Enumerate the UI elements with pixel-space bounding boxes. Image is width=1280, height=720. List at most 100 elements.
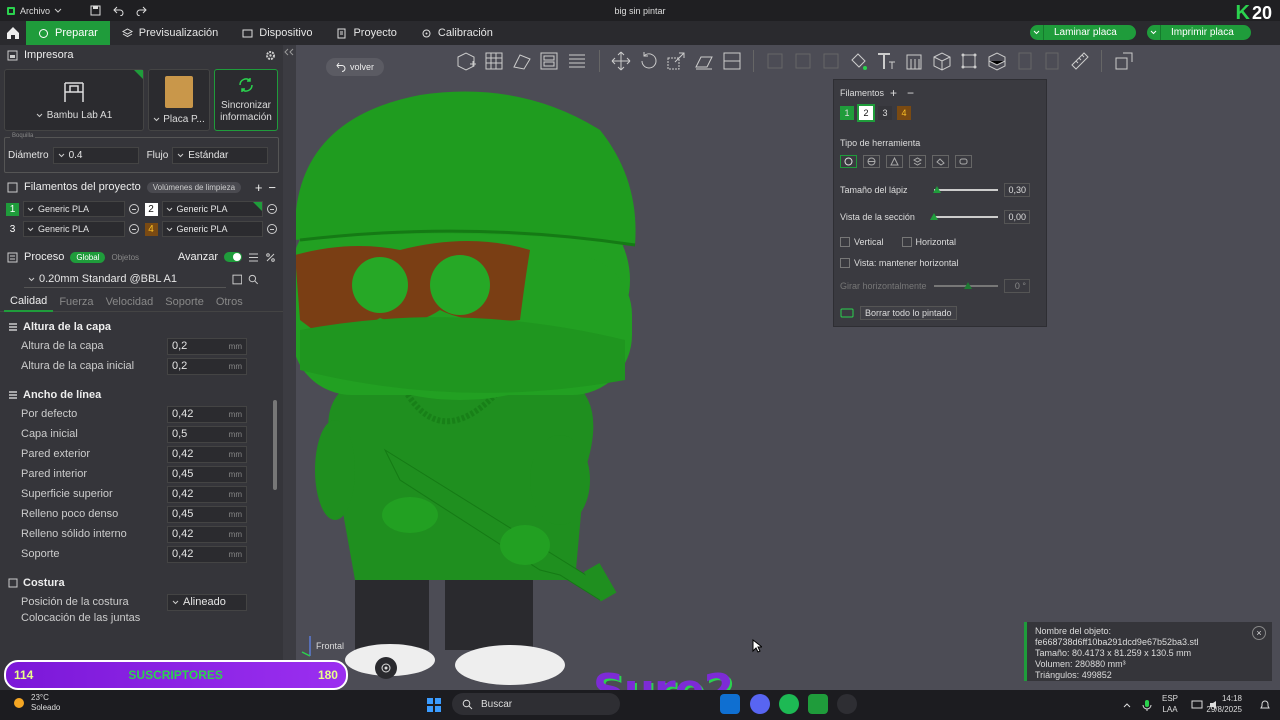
panel-divider[interactable] (283, 45, 296, 690)
tab-proyecto[interactable]: Proyecto (324, 21, 408, 45)
diameter-select[interactable]: 0.4 (52, 146, 139, 164)
add-filament-button[interactable]: + (255, 180, 263, 195)
taskbar-search[interactable]: Buscar (452, 693, 620, 715)
measure-button[interactable] (958, 49, 981, 73)
print-plate-button[interactable]: Imprimir placa (1147, 25, 1251, 40)
filament-item-4[interactable]: 4 Generic PLA (144, 221, 277, 237)
lay-on-face-button[interactable] (693, 49, 716, 73)
flow-select[interactable]: Estándar (172, 146, 269, 164)
support-paint-button[interactable] (902, 49, 925, 73)
remove-filament-icon[interactable] (128, 204, 139, 214)
sphere-tool-icon[interactable] (863, 155, 880, 168)
section-view-value[interactable]: 0,00 (1004, 210, 1030, 224)
remove-filament-icon[interactable] (267, 204, 277, 214)
menu-archivo[interactable]: Archivo (0, 6, 68, 16)
variable-height-button[interactable] (1112, 49, 1135, 73)
setting-input[interactable]: 0,2 mm (167, 337, 247, 355)
paint-slot-1[interactable]: 1 (840, 106, 854, 120)
setting-input[interactable]: 0,42 mm (167, 545, 247, 563)
filament-select[interactable]: Generic PLA (23, 221, 125, 237)
sync-button[interactable]: Sincronizar información (214, 69, 278, 131)
slider-knob[interactable] (930, 213, 938, 220)
text-button[interactable] (875, 49, 898, 73)
keep-horizontal-checkbox[interactable] (840, 258, 850, 268)
bambu-app-icon[interactable] (808, 694, 828, 714)
weather-widget[interactable]: 23°C Soleado (12, 693, 60, 713)
3d-viewport[interactable] (290, 45, 1280, 690)
redo-button[interactable] (130, 5, 153, 16)
setting-input[interactable]: 0,42 mm (167, 525, 247, 543)
figure-model[interactable] (290, 45, 1280, 690)
advanced-switch[interactable] (224, 252, 242, 262)
move-button[interactable] (609, 49, 632, 73)
setting-input[interactable]: 0,5 mm (167, 425, 247, 443)
assembly-button[interactable] (986, 49, 1009, 73)
chevron-down-icon[interactable] (1030, 25, 1044, 40)
setting-input[interactable]: 0,42 mm (167, 485, 247, 503)
home-button[interactable] (0, 21, 26, 45)
fill-tool-icon[interactable] (932, 155, 949, 168)
filament-select[interactable]: Generic PLA (161, 201, 263, 217)
filament-item-1[interactable]: 1 Generic PLA (6, 201, 139, 217)
setting-input[interactable]: 0,45 mm (167, 505, 247, 523)
scale-button[interactable] (665, 49, 688, 73)
height-range-tool-icon[interactable] (909, 155, 926, 168)
grid-button[interactable] (483, 49, 506, 73)
clock[interactable]: 14:18 29/8/2025 (1206, 693, 1242, 715)
profile-select[interactable]: 0.20mm Standard @BBL A1 (24, 271, 226, 288)
triangle-tool-icon[interactable] (886, 155, 903, 168)
seam-position-select[interactable]: Alineado (167, 593, 247, 611)
undo-button[interactable] (107, 5, 130, 16)
percent-icon[interactable] (265, 252, 276, 263)
add-cube-button[interactable] (455, 49, 478, 73)
slider-knob[interactable] (933, 186, 942, 193)
horizontal-checkbox[interactable] (901, 237, 912, 247)
close-icon[interactable]: × (1252, 626, 1266, 640)
pen-size-value[interactable]: 0,30 (1004, 183, 1030, 197)
circle-tool-icon[interactable] (840, 155, 857, 168)
printer-selector[interactable]: Bambu Lab A1 (4, 69, 144, 131)
vertical-checkbox[interactable] (840, 237, 850, 247)
plate-selector[interactable]: Placa P... (148, 69, 210, 131)
tray-expand-icon[interactable] (1118, 696, 1136, 714)
global-toggle[interactable]: Global (70, 251, 106, 263)
spotify-app-icon[interactable] (779, 694, 799, 714)
back-button[interactable]: volver (326, 58, 385, 76)
network-icon[interactable] (1188, 696, 1206, 714)
filament-item-2[interactable]: 2 Generic PLA (144, 201, 277, 217)
paint-slot-2[interactable]: 2 (857, 104, 875, 122)
subtab-velocidad[interactable]: Velocidad (100, 292, 160, 312)
setting-input[interactable]: 0,2 mm (167, 357, 247, 375)
filament-item-3[interactable]: 3 Generic PLA (6, 221, 139, 237)
tab-dispositivo[interactable]: Dispositivo (230, 21, 324, 45)
tab-previsualizacion[interactable]: Previsualización (110, 21, 230, 45)
ruler-button[interactable] (1069, 49, 1092, 73)
objects-toggle[interactable]: Objetos (111, 253, 139, 262)
view-cube-button[interactable] (375, 657, 397, 679)
section-view-slider[interactable] (930, 213, 998, 220)
purge-volumes-button[interactable]: Volúmenes de limpieza (146, 181, 242, 193)
add-slot-button[interactable]: + (890, 86, 897, 100)
subtab-fuerza[interactable]: Fuerza (53, 292, 99, 312)
setting-input[interactable]: 0,42 mm (167, 405, 247, 423)
filament-select[interactable]: Generic PLA (23, 201, 125, 217)
tab-calibracion[interactable]: Calibración (409, 21, 505, 45)
save-button[interactable] (84, 5, 107, 16)
search-icon[interactable] (248, 274, 259, 285)
subtab-soporte[interactable]: Soporte (159, 292, 210, 312)
setting-input[interactable]: 0,45 mm (167, 465, 247, 483)
discord-app-icon[interactable] (750, 694, 770, 714)
cut-button[interactable] (720, 49, 743, 73)
rotate-button[interactable] (637, 49, 660, 73)
erase-all-button[interactable]: Borrar todo lo pintado (860, 306, 957, 320)
paint-slot-4[interactable]: 4 (897, 106, 911, 120)
filament-select[interactable]: Generic PLA (161, 221, 263, 237)
setting-input[interactable]: 0,42 mm (167, 445, 247, 463)
remove-filament-icon[interactable] (267, 224, 277, 234)
outlook-app-icon[interactable] (720, 694, 740, 714)
remove-filament-icon[interactable] (128, 224, 139, 234)
settings-scrollbar[interactable] (273, 400, 277, 490)
collapse-icon[interactable] (284, 47, 294, 57)
list-icon[interactable] (248, 252, 259, 263)
gear-icon[interactable] (265, 50, 276, 61)
